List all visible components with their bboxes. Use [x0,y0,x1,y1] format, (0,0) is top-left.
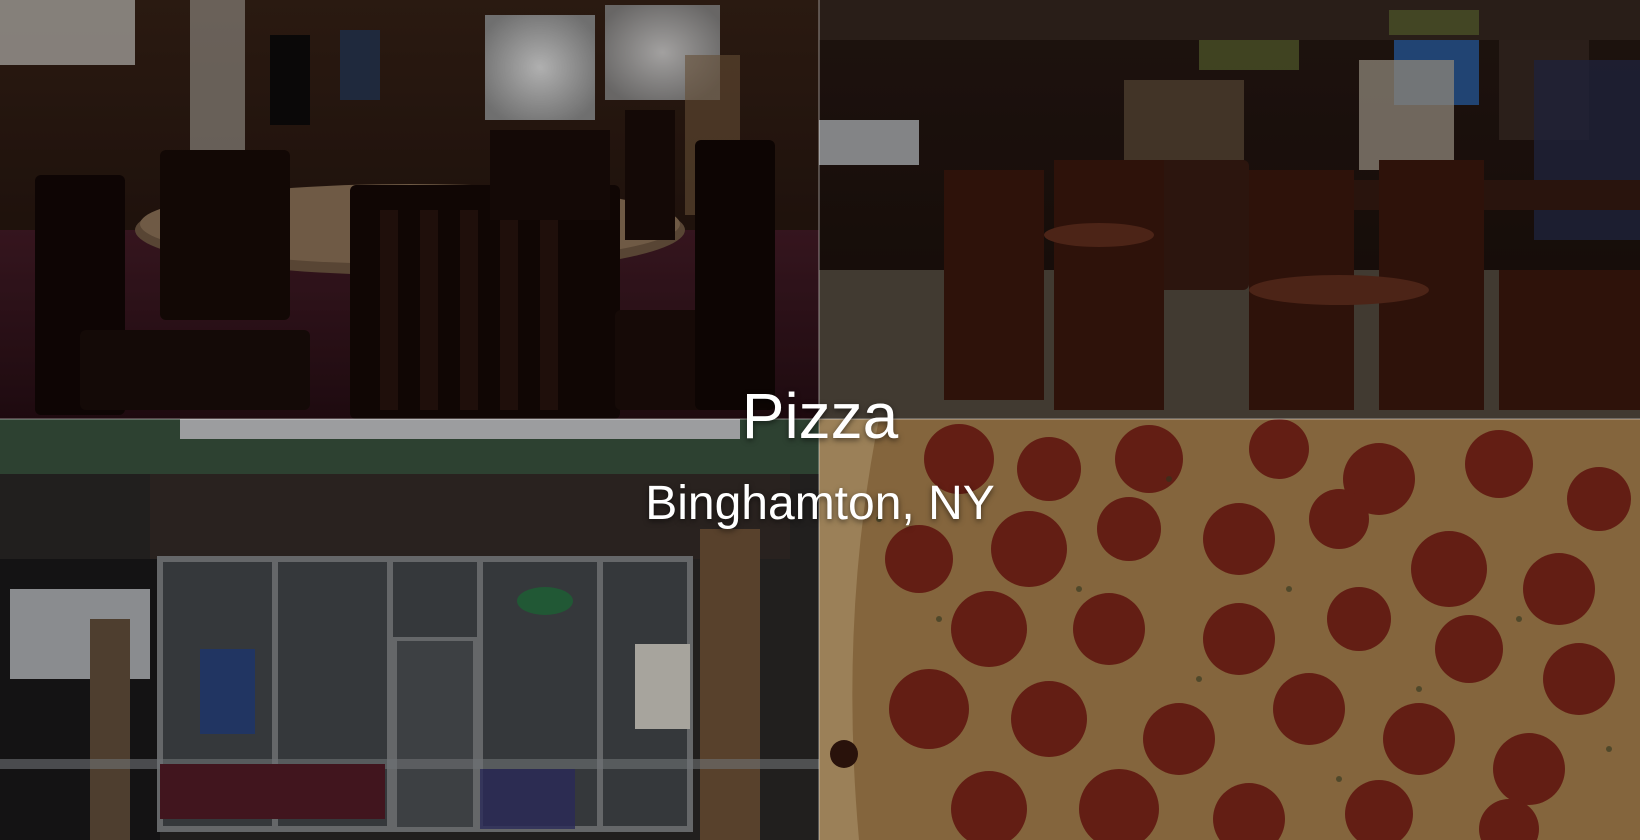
hero-banner: Pizza Binghamton, NY [0,0,1640,840]
location-subtitle: Binghamton, NY [645,477,995,530]
page-title: Pizza [741,380,899,452]
